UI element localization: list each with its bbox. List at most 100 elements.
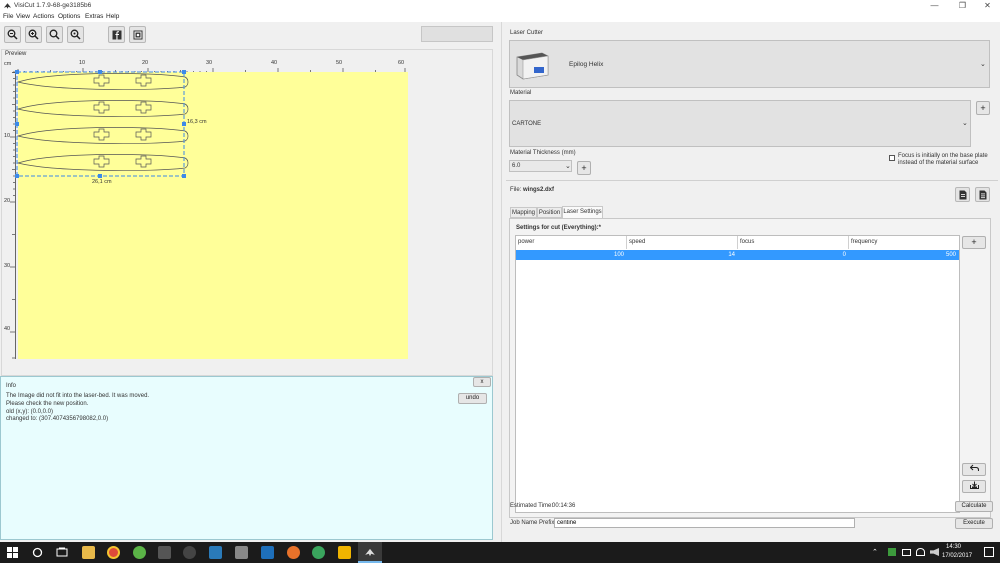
zoom-out-icon: [7, 29, 18, 40]
focus-label-line1: Focus is initially on the base plate: [898, 153, 988, 159]
battery-icon[interactable]: [902, 549, 911, 556]
save-settings-button[interactable]: [962, 480, 986, 493]
undo-button[interactable]: undo: [458, 393, 487, 404]
network-icon[interactable]: [916, 548, 925, 556]
zoom-fit-button[interactable]: [46, 26, 63, 43]
menu-options[interactable]: Options: [58, 13, 80, 20]
info-message-line: changed to: (307.4074356798082,0.0): [6, 416, 109, 422]
focus-checkbox[interactable]: [889, 155, 895, 161]
thickness-select[interactable]: 6.0 ⌄: [509, 160, 572, 172]
thickness-label: Material Thickness (mm): [510, 150, 576, 156]
volume-icon[interactable]: [930, 548, 939, 556]
column-header-frequency[interactable]: frequency: [849, 236, 959, 249]
app-icon-tools[interactable]: [158, 546, 171, 559]
wing-shape: [16, 73, 189, 90]
zoom-in-button[interactable]: [25, 26, 42, 43]
wing-design[interactable]: [14, 69, 194, 181]
ruler-tick-label: 50: [336, 60, 343, 66]
file-details-button[interactable]: [975, 187, 990, 202]
zoom-fit-icon: [49, 29, 60, 40]
add-thickness-button[interactable]: +: [577, 161, 591, 175]
title-bar: VisiCut 1.7.9-68-ge3185b6 — ❐ ✕: [0, 0, 1000, 12]
wing-shape: [16, 127, 189, 144]
resize-handle: [98, 70, 102, 74]
tray-app-icon[interactable]: [888, 548, 896, 556]
file-label: File:: [510, 187, 522, 193]
menu-file[interactable]: File: [3, 13, 13, 20]
app-icon-blue[interactable]: [261, 546, 274, 559]
tab-position[interactable]: Position: [537, 207, 562, 218]
tab-laser-settings[interactable]: Laser Settings: [562, 206, 603, 218]
column-header-speed[interactable]: speed: [627, 236, 738, 249]
document-icon: [979, 190, 986, 199]
table-row[interactable]: 100 14 0 500: [516, 250, 959, 260]
resize-handle: [182, 174, 186, 178]
clock-date[interactable]: 17/02/2017: [942, 553, 972, 559]
menu-actions[interactable]: Actions: [33, 13, 54, 20]
chrome-icon[interactable]: [107, 546, 120, 559]
info-message-line: The Image did not fit into the laser-bed…: [6, 393, 150, 399]
zoom-reset-button[interactable]: [67, 26, 84, 43]
app-icon-green[interactable]: [133, 546, 146, 559]
clock-time[interactable]: 14:30: [946, 544, 961, 550]
material-label: Material: [510, 90, 532, 96]
zoom-in-icon: [28, 29, 39, 40]
job-prefix-label: Job Name Prefix:: [510, 520, 557, 526]
execute-button[interactable]: Execute: [955, 518, 993, 529]
save-icon: [969, 481, 979, 489]
maximize-button[interactable]: ❐: [950, 0, 975, 12]
add-material-button[interactable]: +: [976, 101, 990, 115]
open-file-button[interactable]: [955, 187, 970, 202]
photo-button[interactable]: [129, 26, 146, 43]
minimize-button[interactable]: —: [922, 0, 947, 12]
info-message-line: Please check the new position.: [6, 401, 89, 407]
file-explorer-icon[interactable]: [82, 546, 95, 559]
info-label: Info: [6, 383, 17, 389]
table-cell-focus[interactable]: 0: [738, 250, 849, 260]
table-cell-speed[interactable]: 14: [627, 250, 738, 260]
job-prefix-input[interactable]: [554, 518, 855, 528]
menu-extras[interactable]: Extras: [85, 13, 103, 20]
chevron-down-icon: ⌄: [962, 120, 968, 127]
search-icon[interactable]: [32, 547, 43, 558]
close-window-button[interactable]: ✕: [975, 0, 1000, 12]
column-header-focus[interactable]: focus: [738, 236, 849, 249]
menu-view[interactable]: View: [16, 13, 30, 20]
app-icon-star[interactable]: [338, 546, 351, 559]
window-title: VisiCut 1.7.9-68-ge3185b6: [14, 2, 92, 9]
tray-expand-icon[interactable]: ⌃: [872, 548, 878, 556]
task-view-icon[interactable]: [56, 547, 68, 558]
windows-start-icon[interactable]: [7, 547, 18, 558]
laser-cutter-name: Epilog Helix: [569, 61, 604, 68]
width-dimension-label: 26,1 cm: [92, 179, 112, 185]
column-header-power[interactable]: power: [516, 236, 627, 249]
laser-cutter-icon: [516, 52, 549, 80]
tab-mapping[interactable]: Mapping: [510, 207, 537, 218]
revert-button[interactable]: [962, 463, 986, 476]
undo-arrow-icon: [969, 464, 979, 471]
zoom-out-button[interactable]: [4, 26, 21, 43]
menu-help[interactable]: Help: [106, 13, 119, 20]
firefox-icon[interactable]: [287, 546, 300, 559]
info-close-button[interactable]: x: [473, 377, 491, 387]
notifications-icon[interactable]: [984, 547, 994, 557]
laser-cutter-select[interactable]: Epilog Helix ⌄: [509, 40, 990, 88]
ruler-tick-label: 30: [206, 60, 213, 66]
focus-label-line2: instead of the material surface: [898, 160, 979, 166]
material-select[interactable]: CARTONE ⌄: [509, 100, 971, 147]
calculator-icon[interactable]: [235, 546, 248, 559]
table-cell-power[interactable]: 100: [516, 250, 627, 260]
app-icon-globe[interactable]: [312, 546, 325, 559]
add-setting-button[interactable]: +: [962, 236, 986, 249]
visicut-taskbar-button[interactable]: [358, 542, 382, 563]
facebook-button[interactable]: [108, 26, 125, 43]
app-icon-z[interactable]: [209, 546, 222, 559]
laser-cutter-label: Laser Cutter: [510, 30, 544, 36]
ruler-tick-label: 40: [271, 60, 278, 66]
table-cell-frequency[interactable]: 500: [849, 250, 959, 260]
calculate-button[interactable]: Calculate: [955, 501, 993, 512]
progress-indicator: [421, 26, 493, 42]
app-icon-gear[interactable]: [183, 546, 196, 559]
resize-handle: [15, 70, 19, 74]
file-icon: [959, 190, 966, 199]
